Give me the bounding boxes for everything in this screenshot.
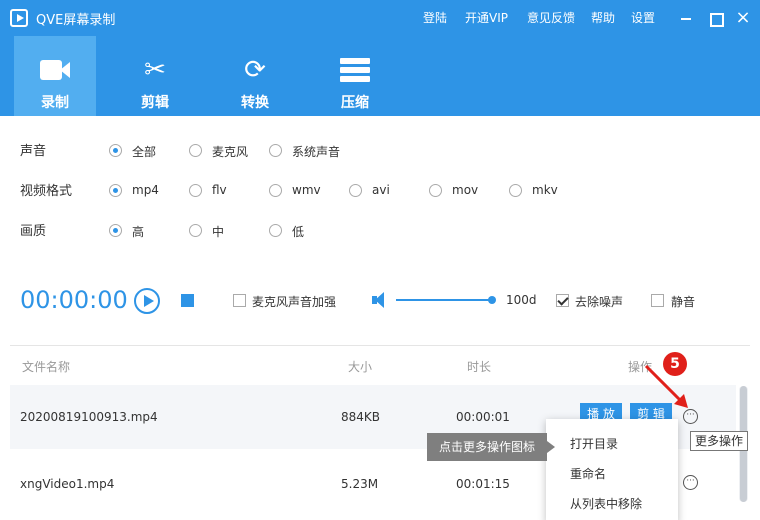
mic-boost-checkbox[interactable]	[233, 294, 246, 307]
header-size: 大小	[348, 360, 373, 374]
format-wmv-radio[interactable]	[269, 184, 282, 197]
mute-checkbox[interactable]	[651, 294, 664, 307]
quality-medium-radio[interactable]	[189, 224, 202, 237]
format-mkv-label: mkv	[532, 183, 558, 197]
denoise-label: 去除噪声	[575, 295, 624, 309]
tab-compress-label: 压缩	[341, 95, 369, 111]
more-options-tooltip: 更多操作	[690, 431, 748, 451]
stop-icon[interactable]	[181, 294, 194, 307]
format-mp4-label: mp4	[132, 183, 159, 197]
header-duration: 时长	[467, 360, 492, 374]
sound-mic-label: 麦克风	[212, 145, 249, 159]
quality-low-radio[interactable]	[269, 224, 282, 237]
format-flv-radio[interactable]	[189, 184, 202, 197]
file-duration: 00:01:15	[456, 477, 510, 491]
quality-label: 画质	[20, 224, 47, 239]
header-name: 文件名称	[22, 360, 71, 374]
tab-record-label: 录制	[41, 95, 69, 111]
more-options-menu: 打开目录 重命名 从列表中移除	[546, 419, 678, 520]
file-name: xngVideo1.mp4	[20, 477, 115, 491]
file-size: 884KB	[341, 410, 381, 424]
sound-label: 声音	[20, 144, 47, 159]
quality-low-label: 低	[292, 225, 305, 239]
sound-system-radio[interactable]	[269, 144, 282, 157]
app-title: QVE屏幕录制	[36, 13, 116, 28]
quality-medium-label: 中	[212, 225, 225, 239]
volume-icon[interactable]	[372, 292, 388, 308]
menu-item-remove[interactable]: 从列表中移除	[570, 495, 642, 512]
more-options-icon[interactable]: ···	[683, 475, 698, 490]
format-mp4-radio[interactable]	[109, 184, 122, 197]
main-toolbar: 录制 ✂ 剪辑 ⟳ 转换 压缩	[0, 36, 760, 116]
mute-label: 静音	[671, 295, 696, 309]
tab-record[interactable]: 录制	[14, 36, 96, 116]
volume-slider[interactable]	[396, 299, 492, 301]
help-link[interactable]: 帮助	[591, 9, 615, 26]
callout-hint: 点击更多操作图标	[427, 433, 555, 461]
sound-system-label: 系统声音	[292, 145, 341, 159]
sound-mic-radio[interactable]	[189, 144, 202, 157]
settings-link[interactable]: 设置	[631, 9, 655, 26]
volume-slider-thumb[interactable]	[488, 296, 496, 304]
file-duration: 00:00:01	[456, 410, 510, 424]
login-link[interactable]: 登陆	[423, 9, 447, 26]
format-wmv-label: wmv	[292, 183, 321, 197]
vip-link[interactable]: 开通VIP	[465, 9, 508, 26]
file-name: 20200819100913.mp4	[20, 410, 158, 424]
record-timer: 00:00:00	[20, 286, 128, 314]
menu-item-open-folder[interactable]: 打开目录	[570, 435, 618, 452]
title-bar: QVE屏幕录制 登陆 开通VIP 意见反馈 帮助 设置 ×	[0, 0, 760, 36]
play-icon[interactable]	[134, 288, 160, 314]
sound-all-label: 全部	[132, 145, 157, 159]
sound-all-radio[interactable]	[109, 144, 122, 157]
format-mov-label: mov	[452, 183, 479, 197]
compress-icon	[340, 58, 370, 82]
format-flv-label: flv	[212, 183, 227, 197]
menu-item-rename[interactable]: 重命名	[570, 465, 606, 482]
camera-icon	[40, 60, 70, 80]
table-divider	[10, 345, 750, 346]
format-avi-label: avi	[372, 183, 390, 197]
maximize-button[interactable]	[705, 8, 725, 28]
tab-edit[interactable]: ✂ 剪辑	[114, 36, 196, 116]
tab-edit-label: 剪辑	[141, 95, 169, 111]
tab-convert-label: 转换	[241, 95, 269, 111]
denoise-checkbox[interactable]	[556, 294, 569, 307]
file-size: 5.23M	[341, 477, 379, 491]
tab-convert[interactable]: ⟳ 转换	[214, 36, 296, 116]
format-mov-radio[interactable]	[429, 184, 442, 197]
quality-high-radio[interactable]	[109, 224, 122, 237]
format-label: 视频格式	[20, 184, 73, 199]
close-button[interactable]: ×	[733, 8, 753, 28]
scissors-icon: ✂	[144, 55, 166, 85]
minimize-button[interactable]	[676, 8, 696, 28]
refresh-icon: ⟳	[244, 55, 266, 85]
mic-boost-label: 麦克风声音加强	[252, 295, 337, 309]
format-mkv-radio[interactable]	[509, 184, 522, 197]
feedback-link[interactable]: 意见反馈	[527, 9, 575, 26]
format-avi-radio[interactable]	[349, 184, 362, 197]
volume-value: 100d	[506, 293, 537, 307]
step-badge: 5	[663, 352, 687, 376]
quality-high-label: 高	[132, 225, 145, 239]
app-logo-icon	[10, 9, 28, 27]
tab-compress[interactable]: 压缩	[314, 36, 396, 116]
